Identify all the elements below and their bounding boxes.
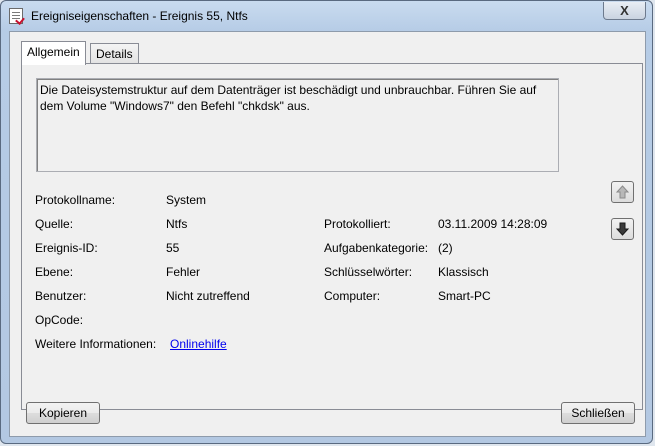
close-icon: X: [620, 3, 629, 18]
event-properties-window: Ereigniseigenschaften - Ereignis 55, Ntf…: [0, 0, 653, 444]
dialog-client-area: Allgemein Details Die Dateisystemstruktu…: [9, 31, 646, 437]
computer-label: Computer:: [324, 289, 381, 303]
aufgabenkategorie-label: Aufgabenkategorie:: [324, 241, 429, 255]
protokolliert-value: 03.11.2009 14:28:09: [438, 217, 548, 231]
event-viewer-icon: [9, 8, 23, 24]
window-title: Ereigniseigenschaften - Ereignis 55, Ntf…: [31, 9, 248, 23]
tab-details-label: Details: [96, 47, 133, 61]
next-event-button[interactable]: [611, 218, 634, 240]
protokollname-label: Protokollname:: [35, 193, 116, 207]
close-button[interactable]: Schließen: [561, 402, 635, 424]
aufgabenkategorie-value: (2): [438, 241, 453, 255]
quelle-value: Ntfs: [166, 217, 188, 231]
schluesselwoerter-label: Schlüsselwörter:: [324, 265, 413, 279]
onlinehilfe-link[interactable]: Onlinehilfe: [170, 337, 227, 351]
ereignis-id-label: Ereignis-ID:: [35, 241, 98, 255]
tab-panel-allgemein: Die Dateisystemstruktur auf dem Datenträ…: [21, 63, 643, 410]
event-description[interactable]: Die Dateisystemstruktur auf dem Datenträ…: [36, 78, 559, 172]
tab-allgemein[interactable]: Allgemein: [21, 41, 86, 65]
copy-button[interactable]: Kopieren: [26, 402, 100, 424]
schluesselwoerter-value: Klassisch: [438, 265, 489, 279]
protokolliert-label: Protokolliert:: [324, 217, 391, 231]
opcode-label: OpCode:: [35, 313, 84, 327]
ereignis-id-value: 55: [166, 241, 180, 255]
benutzer-value: Nicht zutreffend: [166, 289, 250, 303]
window-close-button[interactable]: X: [603, 2, 646, 20]
ebene-value: Fehler: [166, 265, 201, 279]
benutzer-label: Benutzer:: [35, 289, 87, 303]
tab-allgemein-label: Allgemein: [27, 45, 80, 59]
previous-event-button[interactable]: [611, 181, 634, 203]
protokollname-value: System: [166, 193, 207, 207]
ebene-label: Ebene:: [35, 265, 74, 279]
tab-details[interactable]: Details: [90, 43, 139, 65]
computer-value: Smart-PC: [438, 289, 491, 303]
quelle-label: Quelle:: [35, 217, 74, 231]
weitere-informationen-label: Weitere Informationen:: [35, 337, 157, 351]
